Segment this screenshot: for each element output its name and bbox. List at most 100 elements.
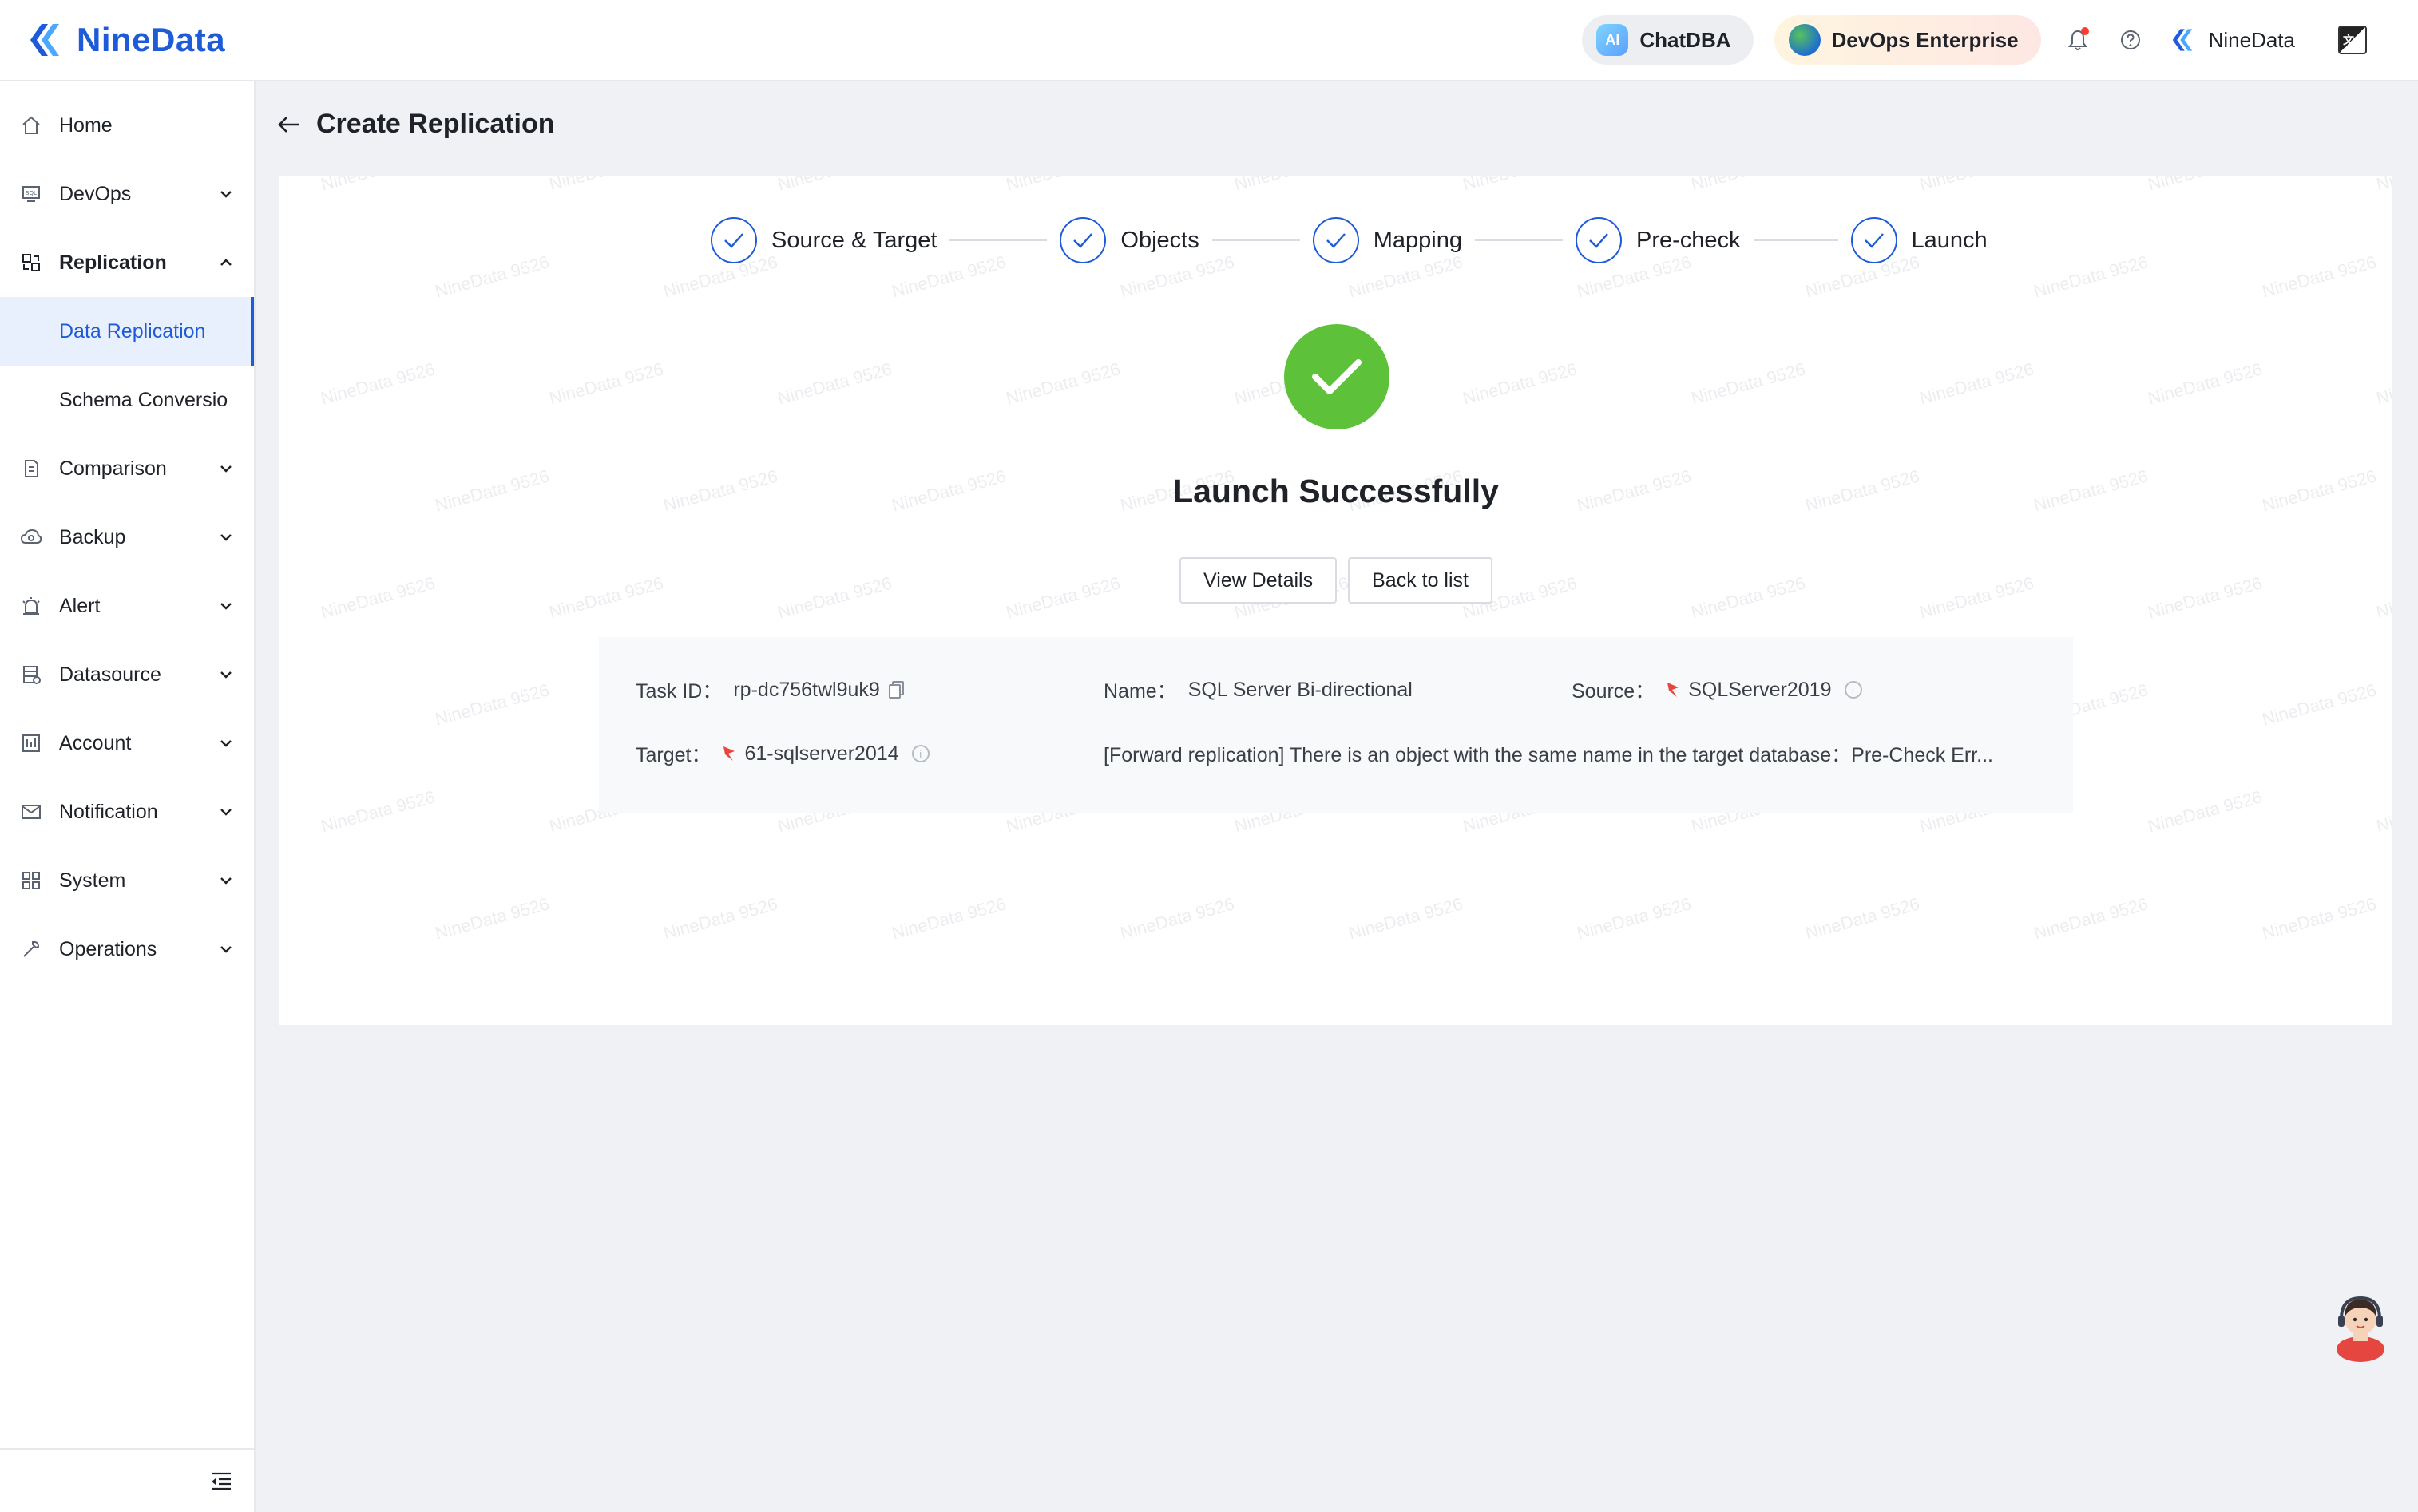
sidebar-collapse-button[interactable] bbox=[0, 1448, 256, 1512]
sidebar-item-label: Datasource bbox=[59, 663, 161, 686]
brand-name: NineData bbox=[77, 21, 226, 58]
watermark-text: NineData 9526 bbox=[1917, 176, 2036, 196]
watermark-text: NineData 9526 bbox=[547, 358, 666, 409]
home-icon bbox=[19, 113, 43, 137]
sidebar-item-alert[interactable]: Alert bbox=[0, 572, 254, 640]
brand[interactable]: NineData bbox=[22, 18, 225, 62]
steps-bar: Source & Target Objects Mapping Pre-chec… bbox=[711, 217, 1988, 263]
chevron-down-icon bbox=[220, 877, 232, 885]
chevron-down-icon bbox=[220, 946, 232, 953]
watermark-text: NineData 9526 bbox=[2032, 893, 2150, 944]
sidebar-item-system[interactable]: System bbox=[0, 846, 254, 915]
watermark-text: NineData 9526 bbox=[1461, 358, 1580, 409]
sidebar-item-label: DevOps bbox=[59, 182, 132, 205]
chevron-down-icon bbox=[220, 671, 232, 679]
sidebar-item-account[interactable]: Account bbox=[0, 709, 254, 778]
watermark-text: NineData 9526 bbox=[433, 893, 552, 944]
step-mapping: Mapping bbox=[1312, 217, 1462, 263]
task-name-row: Name： SQL Server Bi-directional bbox=[1104, 675, 1413, 704]
copy-icon[interactable] bbox=[888, 680, 906, 699]
sidebar-item-datasource[interactable]: Datasource bbox=[0, 640, 254, 709]
sidebar-item-notification[interactable]: Notification bbox=[0, 778, 254, 846]
bell-icon[interactable] bbox=[2062, 24, 2094, 56]
view-details-button[interactable]: View Details bbox=[1179, 557, 1338, 604]
task-summary: Task ID： rp-dc756twl9uk9 Name： SQL Serve… bbox=[599, 637, 2073, 813]
mail-icon bbox=[19, 800, 43, 824]
chevron-down-icon bbox=[220, 465, 232, 473]
ai-icon: AI bbox=[1596, 24, 1629, 56]
watermark-text: NineData 9526 bbox=[319, 358, 438, 409]
sidebar-item-operations[interactable]: Operations bbox=[0, 915, 254, 984]
sidebar-item-label: Alert bbox=[59, 594, 101, 617]
target-label: Target： bbox=[636, 744, 712, 766]
watermark-text: NineData 9526 bbox=[2374, 786, 2392, 837]
step-label: Pre-check bbox=[1636, 227, 1741, 253]
source-value[interactable]: SQLServer2019 bbox=[1688, 679, 1831, 702]
user-menu[interactable]: NineData bbox=[2167, 25, 2295, 55]
step-connector bbox=[949, 239, 1048, 241]
check-icon bbox=[1576, 217, 1622, 263]
back-to-list-button[interactable]: Back to list bbox=[1348, 557, 1492, 604]
chevron-down-icon bbox=[220, 740, 232, 747]
replication-icon bbox=[19, 251, 43, 275]
watermark-text: NineData 9526 bbox=[1118, 893, 1237, 944]
info-icon[interactable]: i bbox=[911, 745, 930, 762]
sidebar-nav: Home SQL DevOps Replication Data Replica… bbox=[0, 81, 254, 984]
sidebar-item-backup[interactable]: Backup bbox=[0, 503, 254, 572]
sidebar-item-label: Notification bbox=[59, 800, 158, 823]
chevron-up-icon bbox=[220, 259, 232, 266]
watermark-text: NineData 9526 bbox=[319, 786, 438, 837]
grid-icon bbox=[19, 869, 43, 893]
watermark-text: NineData 9526 bbox=[2260, 893, 2379, 944]
sidebar-item-label: Account bbox=[59, 731, 132, 754]
back-arrow-icon[interactable] bbox=[276, 113, 302, 136]
sidebar-item-comparison[interactable]: Comparison bbox=[0, 434, 254, 503]
wrench-icon bbox=[19, 937, 43, 961]
sidebar-item-replication[interactable]: Replication bbox=[0, 228, 254, 297]
chevron-down-icon bbox=[220, 603, 232, 610]
help-icon[interactable] bbox=[2115, 24, 2146, 56]
sidebar-item-label: Home bbox=[59, 113, 113, 137]
cloud-backup-icon bbox=[19, 525, 43, 549]
sidebar-item-devops[interactable]: SQL DevOps bbox=[0, 160, 254, 228]
svg-text:SQL: SQL bbox=[26, 190, 37, 196]
step-objects: Objects bbox=[1060, 217, 1199, 263]
result-card: NineData 9526 NineData 9526 NineData 9526 N… bbox=[279, 176, 2392, 1025]
notification-dot bbox=[2080, 27, 2089, 35]
watermark-text: NineData 9526 bbox=[1461, 176, 1580, 196]
check-icon bbox=[1312, 217, 1359, 263]
watermark-text: NineData 9526 bbox=[1004, 176, 1123, 196]
watermark-text: NineData 9526 bbox=[1575, 893, 1694, 944]
customer-support-avatar-icon[interactable] bbox=[2332, 1290, 2389, 1364]
sidebar-item-label: Backup bbox=[59, 525, 126, 548]
target-value[interactable]: 61-sqlserver2014 bbox=[744, 742, 898, 766]
watermark-text: NineData 9526 bbox=[2146, 358, 2265, 409]
check-icon bbox=[711, 217, 757, 263]
sidebar-subitem-schema-conversion[interactable]: Schema Conversio bbox=[0, 366, 254, 434]
watermark-text: NineData 9526 bbox=[1689, 176, 1808, 196]
sidebar: Home SQL DevOps Replication Data Replica… bbox=[0, 81, 256, 1512]
chevron-down-icon bbox=[220, 809, 232, 816]
precheck-message-row: [Forward replication] There is an object… bbox=[1104, 739, 1993, 768]
step-label: Objects bbox=[1120, 227, 1199, 253]
watermark-text: NineData 9526 bbox=[1689, 358, 1808, 409]
task-id-label: Task ID： bbox=[636, 680, 723, 703]
info-icon[interactable]: i bbox=[1844, 681, 1862, 699]
step-connector bbox=[1753, 239, 1838, 241]
sqlserver-icon bbox=[723, 746, 735, 761]
chatdba-button[interactable]: AI ChatDBA bbox=[1582, 15, 1754, 65]
watermark-text: NineData 9526 bbox=[1917, 358, 2036, 409]
sqlserver-icon bbox=[1667, 683, 1679, 697]
watermark-text: NineData 9526 bbox=[319, 176, 438, 196]
sidebar-item-home[interactable]: Home bbox=[0, 91, 254, 160]
task-id-value: rp-dc756twl9uk9 bbox=[733, 678, 880, 701]
sidebar-subitem-data-replication[interactable]: Data Replication bbox=[0, 297, 254, 366]
watermark-text: NineData 9526 bbox=[433, 679, 552, 730]
target-row: Target： 61-sqlserver2014 i bbox=[636, 739, 930, 768]
devops-enterprise-button[interactable]: DevOps Enterprise bbox=[1774, 15, 2041, 65]
account-icon bbox=[19, 731, 43, 755]
language-switch-icon[interactable]: 文A bbox=[2338, 26, 2367, 54]
sidebar-item-label: Replication bbox=[59, 251, 167, 274]
user-name: NineData bbox=[2208, 27, 2295, 52]
sql-console-icon: SQL bbox=[19, 182, 43, 206]
